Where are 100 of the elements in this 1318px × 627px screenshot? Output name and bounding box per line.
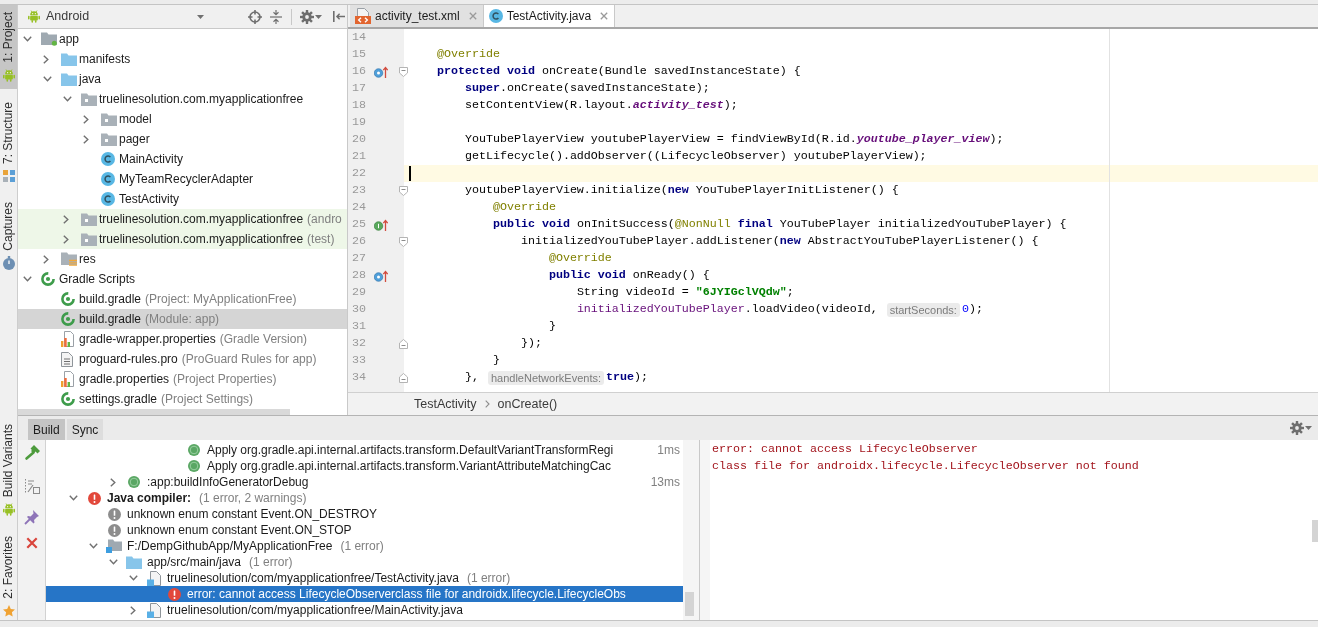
tree-item[interactable]: app xyxy=(18,29,347,49)
tree-item[interactable]: truelinesolution.com.myapplicationfree xyxy=(18,89,347,109)
editor-tab[interactable]: TestActivity.java xyxy=(483,5,616,27)
tree-item[interactable]: unknown enum constant Event.ON_STOP xyxy=(46,522,683,538)
chevron-right-icon[interactable] xyxy=(83,134,89,144)
code-line: String videoId = "6JYIGclVQdw"; xyxy=(576,283,794,301)
code-line: getLifecycle().addObserver((LifecycleObserver) youtubePlayerView); xyxy=(464,147,927,165)
chevron-down-icon[interactable] xyxy=(68,495,78,501)
folder-icon xyxy=(126,555,142,569)
chevron-right-icon[interactable] xyxy=(43,254,49,264)
breadcrumb-item[interactable]: onCreate() xyxy=(497,394,558,414)
chevron-right-icon[interactable] xyxy=(130,605,136,615)
tree-item[interactable]: res xyxy=(18,249,347,269)
tree-item[interactable]: truelinesolution/com/myapplicationfree/MainActivity.java xyxy=(46,602,683,618)
error-icon xyxy=(167,587,181,601)
hammer-icon[interactable] xyxy=(23,445,40,461)
tree-item[interactable]: unknown enum constant Event.ON_DESTROY xyxy=(46,506,683,522)
tree-item[interactable]: gradle.properties (Project Properties) xyxy=(18,369,347,389)
tree-item[interactable]: TestActivity xyxy=(18,189,347,209)
chevron-down-icon[interactable] xyxy=(108,559,118,565)
tree-item[interactable]: truelinesolution.com.myapplicationfree (test) xyxy=(18,229,347,249)
fold-marker-icon[interactable] xyxy=(399,66,408,77)
tree-item[interactable]: model xyxy=(18,109,347,129)
target-icon[interactable] xyxy=(248,9,262,24)
format-icon[interactable] xyxy=(23,478,40,494)
stopwatch-icon xyxy=(2,256,15,271)
tree-item[interactable]: java xyxy=(18,69,347,89)
caret-icon[interactable] xyxy=(315,14,322,19)
fold-marker-icon[interactable] xyxy=(399,185,408,196)
tree-item[interactable]: MainActivity xyxy=(18,149,347,169)
package-folder-icon xyxy=(81,92,97,106)
ring-icon xyxy=(41,272,55,286)
code-line: } xyxy=(548,317,556,335)
line-number: 30 xyxy=(351,300,366,318)
chevron-right-icon[interactable] xyxy=(110,477,116,487)
close-icon[interactable] xyxy=(600,12,609,20)
settings-icon[interactable] xyxy=(1290,421,1304,435)
chevron-down-icon[interactable] xyxy=(88,543,98,549)
star-icon xyxy=(2,604,15,617)
fold-marker-icon[interactable] xyxy=(399,236,408,247)
chevron-down-icon[interactable] xyxy=(128,575,138,581)
fold-marker-icon[interactable] xyxy=(399,338,408,349)
tool-window-button[interactable]: 1: Project xyxy=(0,5,17,89)
close-icon[interactable] xyxy=(25,537,38,549)
tool-window-button[interactable]: 2: Favorites xyxy=(0,529,17,624)
collapse-all-icon[interactable] xyxy=(270,9,282,24)
tool-window-button[interactable]: 7: Structure xyxy=(0,94,17,189)
line-number: 26 xyxy=(351,232,366,250)
tree-item[interactable]: manifests xyxy=(18,49,347,69)
code-line: } xyxy=(492,351,500,369)
tree-item[interactable]: gradle-wrapper.properties (Gradle Version) xyxy=(18,329,347,349)
line-number: 34 xyxy=(351,368,366,386)
tree-item[interactable]: Java compiler: (1 error, 2 warnings) xyxy=(46,490,683,506)
tree-item[interactable]: error: cannot access LifecycleObserverclass file for androidx.lifecycle.LifecycleObs xyxy=(46,586,683,602)
chevron-down-icon[interactable] xyxy=(43,76,52,82)
chevron-down-icon[interactable] xyxy=(23,276,32,282)
chevron-down-icon[interactable] xyxy=(23,36,32,42)
scrollbar-thumb[interactable] xyxy=(685,592,694,616)
warning-icon xyxy=(107,507,121,521)
breadcrumb-item[interactable]: TestActivity xyxy=(414,394,477,414)
tree-item[interactable]: truelinesolution.com.myapplicationfree (andro xyxy=(18,209,347,229)
tool-window-button[interactable]: Captures xyxy=(0,194,17,278)
chevron-right-icon[interactable] xyxy=(63,234,69,244)
tree-item[interactable]: Apply org.gradle.api.internal.artifacts.transform.VariantAttributeMatchingCac xyxy=(46,458,683,474)
tree-item[interactable]: Apply org.gradle.api.internal.artifacts.transform.DefaultVariantTransformRegi 1ms xyxy=(46,442,683,458)
caret-icon[interactable] xyxy=(1305,426,1312,430)
override-marker-icon[interactable] xyxy=(374,65,388,78)
hide-panel-icon[interactable] xyxy=(333,11,345,22)
tree-item[interactable]: settings.gradle (Project Settings) xyxy=(18,389,347,409)
line-number: 18 xyxy=(351,96,366,114)
fold-marker-icon[interactable] xyxy=(399,372,408,383)
chevron-right-icon[interactable] xyxy=(83,114,89,124)
panel-tab[interactable]: Sync xyxy=(66,419,104,440)
android-icon xyxy=(2,68,15,82)
line-number: 27 xyxy=(351,249,366,267)
chevron-down-icon[interactable] xyxy=(63,96,72,102)
implements-marker-icon[interactable] xyxy=(374,218,388,231)
chevron-right-icon[interactable] xyxy=(43,54,49,64)
tree-item[interactable]: pager xyxy=(18,129,347,149)
text-file-icon xyxy=(61,351,73,367)
tree-item[interactable]: app/src/main/java (1 error) xyxy=(46,554,683,570)
tree-item[interactable]: F:/DempGithubApp/MyApplicationFree (1 error) xyxy=(46,538,683,554)
tree-item[interactable]: :app:buildInfoGeneratorDebug 13ms xyxy=(46,474,683,490)
class-icon xyxy=(101,192,115,206)
panel-tab[interactable]: Build xyxy=(28,419,65,440)
tree-item[interactable]: Gradle Scripts xyxy=(18,269,347,289)
editor-tab[interactable]: activity_test.xml xyxy=(350,5,484,27)
scrollbar-thumb[interactable] xyxy=(1312,520,1318,542)
chevron-right-icon[interactable] xyxy=(63,214,69,224)
horizontal-scrollbar[interactable] xyxy=(18,409,290,415)
tree-item[interactable]: MyTeamRecyclerAdapter xyxy=(18,169,347,189)
tree-item[interactable]: build.gradle (Module: app) xyxy=(18,309,347,329)
tree-item[interactable]: truelinesolution/com/myapplicationfree/TestActivity.java (1 error) xyxy=(46,570,683,586)
tool-window-button[interactable]: Build Variants xyxy=(0,417,17,524)
tree-item[interactable]: build.gradle (Project: MyApplicationFree) xyxy=(18,289,347,309)
override-marker-icon[interactable] xyxy=(374,269,388,282)
tree-item[interactable]: proguard-rules.pro (ProGuard Rules for app) xyxy=(18,349,347,369)
line-number: 28 xyxy=(351,266,366,284)
pin-icon[interactable] xyxy=(23,509,40,525)
settings-icon[interactable] xyxy=(300,9,314,24)
